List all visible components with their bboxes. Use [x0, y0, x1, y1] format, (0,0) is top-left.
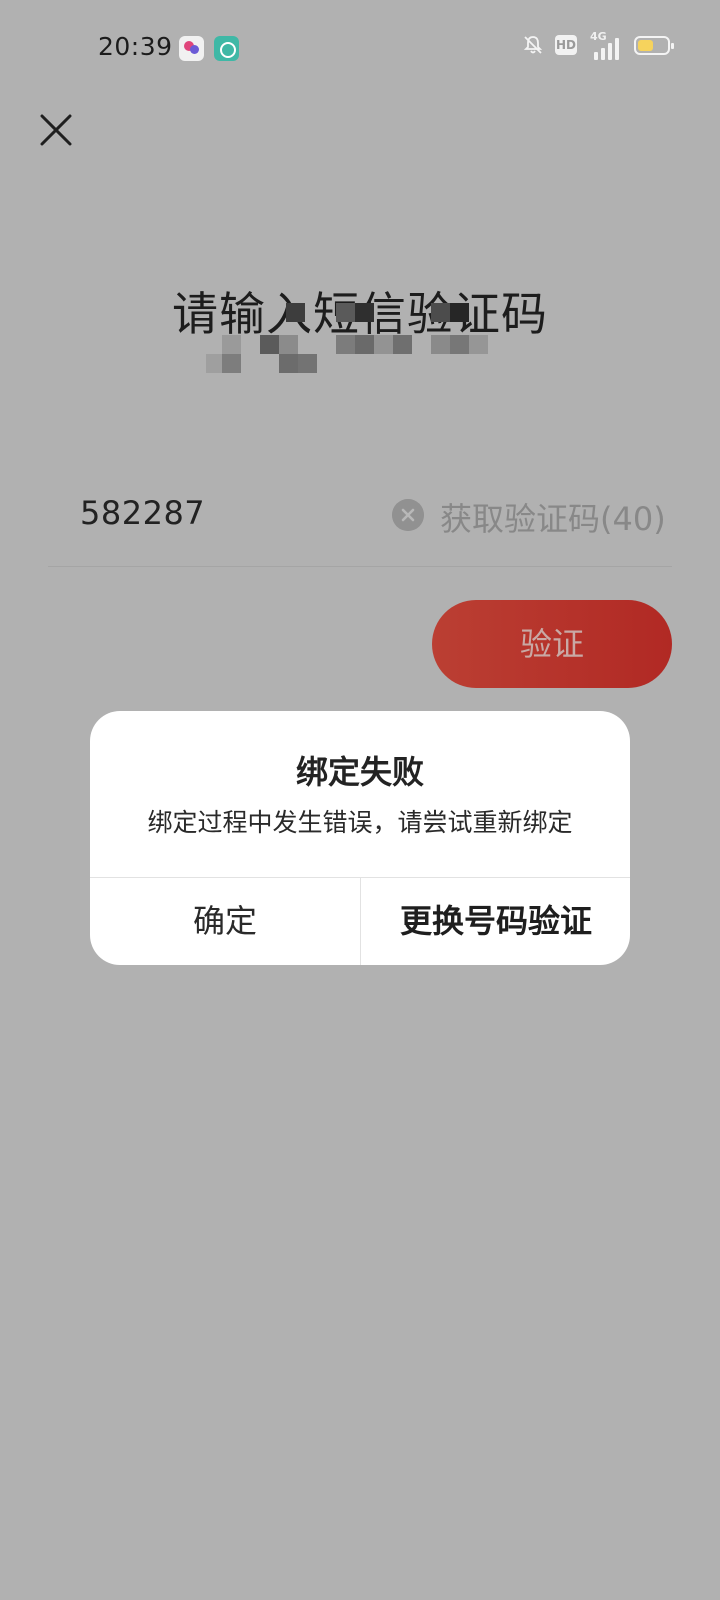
battery-level: [638, 40, 653, 51]
close-icon[interactable]: [36, 110, 76, 150]
mute-bell-icon: [523, 36, 543, 54]
status-icons: HD 4G: [510, 30, 720, 62]
masked-phone-number: [206, 295, 506, 380]
signal-icon: [590, 38, 622, 60]
sms-code-input[interactable]: 582287: [80, 494, 205, 532]
bind-failed-dialog: 绑定失败 绑定过程中发生错误，请尝试重新绑定 确定 更换号码验证: [90, 711, 630, 965]
clear-input-icon[interactable]: [392, 499, 424, 531]
app-chat-icon: [214, 36, 239, 61]
dialog-title: 绑定失败: [295, 753, 424, 791]
status-time: 20:39: [98, 32, 173, 61]
hd-icon: HD: [555, 35, 577, 55]
get-code-countdown[interactable]: 获取验证码(40): [440, 494, 666, 540]
dialog-message: 绑定过程中发生错误，请尝试重新绑定: [147, 808, 573, 837]
input-divider: [48, 566, 672, 567]
verify-button[interactable]: 验证: [432, 600, 672, 688]
confirm-button[interactable]: 确定: [90, 878, 360, 965]
status-bar: 20:39 HD 4G: [0, 0, 720, 96]
battery-icon: [634, 36, 674, 55]
change-number-button[interactable]: 更换号码验证: [361, 878, 630, 965]
app-notification-icon: [179, 36, 204, 61]
